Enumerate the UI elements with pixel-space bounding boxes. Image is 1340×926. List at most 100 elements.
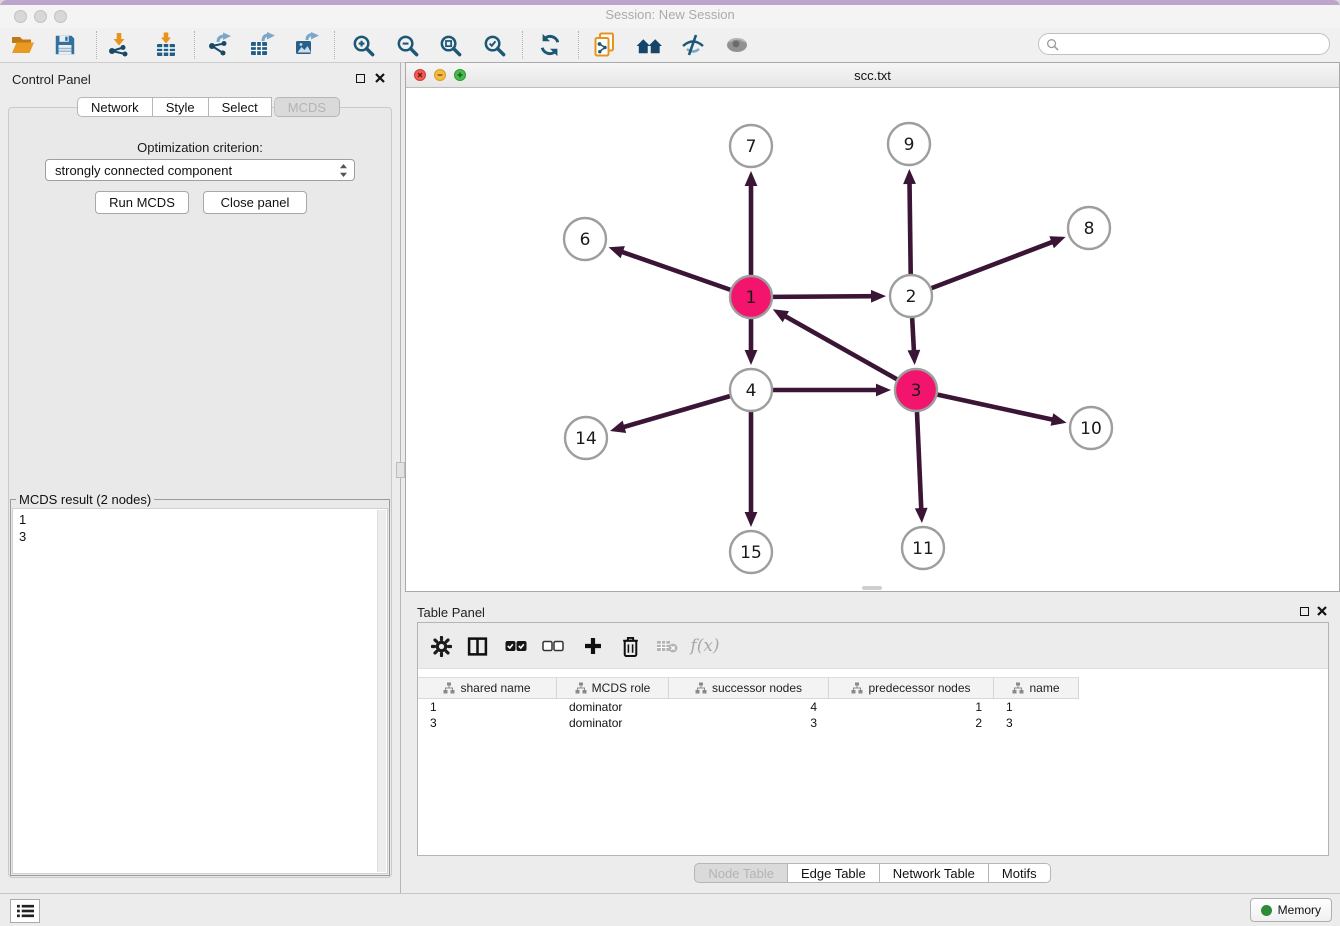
column-header-predecessor-nodes[interactable]: predecessor nodes <box>829 678 994 698</box>
graph-edge-2-8[interactable] <box>932 241 1055 288</box>
close-panel-button[interactable]: Close panel <box>203 191 307 214</box>
graph-edge-3-11[interactable] <box>917 412 921 511</box>
network-canvas[interactable]: 1 2 3 4 6 7 8 9 10 11 14 15 <box>406 88 1339 591</box>
table-settings-button[interactable] <box>428 633 454 659</box>
hide-selected-button[interactable] <box>679 31 707 59</box>
search-input[interactable] <box>1063 36 1329 52</box>
tab-select[interactable]: Select <box>209 97 272 117</box>
table-cell[interactable]: 3 <box>994 715 1079 731</box>
tab-mcds[interactable]: MCDS <box>274 97 340 117</box>
graph-node-11[interactable]: 11 <box>902 527 944 569</box>
table-panel-tabs: Node TableEdge TableNetwork TableMotifs <box>405 863 1340 883</box>
new-network-from-selection-button[interactable] <box>591 31 619 59</box>
result-scrollbar[interactable] <box>377 510 386 872</box>
zoom-fit-icon <box>438 33 463 58</box>
open-session-button[interactable] <box>9 31 37 59</box>
mcds-result-textarea[interactable]: 1 3 <box>12 508 388 874</box>
tab-network[interactable]: Network <box>77 97 153 117</box>
search-icon <box>1046 38 1059 51</box>
table-tab-network-table[interactable]: Network Table <box>880 863 989 883</box>
table-cell[interactable]: dominator <box>557 699 669 715</box>
criterion-select[interactable]: strongly connected component <box>45 159 355 181</box>
graph-node-8[interactable]: 8 <box>1068 207 1110 249</box>
export-network-icon <box>206 32 232 58</box>
zoom-fit-button[interactable] <box>436 31 464 59</box>
task-history-button[interactable] <box>10 899 40 923</box>
graph-edge-2-9[interactable] <box>909 181 910 274</box>
table-tab-node-table[interactable]: Node Table <box>694 863 788 883</box>
graph-node-4[interactable]: 4 <box>730 369 772 411</box>
save-session-button[interactable] <box>51 31 79 59</box>
show-columns-button[interactable] <box>464 633 490 659</box>
graph-node-2[interactable]: 2 <box>890 275 932 317</box>
edge-arrowhead-icon <box>915 508 928 523</box>
tab-style[interactable]: Style <box>153 97 209 117</box>
import-table-icon <box>153 32 179 58</box>
add-row-button[interactable] <box>580 633 606 659</box>
zoom-selected-button[interactable] <box>480 31 508 59</box>
table-cell[interactable]: dominator <box>557 715 669 731</box>
deselect-all-button[interactable] <box>540 633 566 659</box>
table-cell[interactable]: 4 <box>669 699 829 715</box>
graph-edge-4-14[interactable] <box>622 396 730 428</box>
table-row[interactable]: 3dominator323 <box>418 715 1328 731</box>
export-network-button[interactable] <box>205 31 233 59</box>
table-cell[interactable]: 3 <box>669 715 829 731</box>
refresh-button[interactable] <box>536 31 564 59</box>
zoom-in-button[interactable] <box>349 31 377 59</box>
table-cell[interactable]: 1 <box>994 699 1079 715</box>
graph-edge-3-10[interactable] <box>937 395 1054 420</box>
graph-node-6[interactable]: 6 <box>564 218 606 260</box>
graph-node-10[interactable]: 10 <box>1070 407 1112 449</box>
table-cell[interactable]: 2 <box>829 715 994 731</box>
function-builder-button[interactable]: f(x) <box>692 633 718 659</box>
table-toolbar: f(x) <box>418 623 1328 669</box>
column-header-shared-name[interactable]: shared name <box>418 678 557 698</box>
column-header-name[interactable]: name <box>994 678 1079 698</box>
graph-node-15[interactable]: 15 <box>730 531 772 573</box>
svg-text:8: 8 <box>1084 219 1095 239</box>
graph-node-3[interactable]: 3 <box>895 369 937 411</box>
table-cell[interactable]: 3 <box>418 715 557 731</box>
graph-edge-1-2[interactable] <box>773 296 874 297</box>
column-header-MCDS-role[interactable]: MCDS role <box>557 678 669 698</box>
table-row[interactable]: 1dominator411 <box>418 699 1328 715</box>
panel-divider-handle[interactable] <box>396 462 405 478</box>
float-panel-icon[interactable] <box>354 72 366 84</box>
first-neighbors-button[interactable] <box>635 31 663 59</box>
window-title: Session: New Session <box>0 7 1340 22</box>
float-table-panel-icon[interactable] <box>1298 605 1310 617</box>
memory-button[interactable]: Memory <box>1250 898 1332 922</box>
table-tab-edge-table[interactable]: Edge Table <box>788 863 880 883</box>
application-window: Session: New Session <box>0 0 1340 926</box>
graph-edge-1-6[interactable] <box>620 251 730 290</box>
export-image-button[interactable] <box>292 31 320 59</box>
graph-edge-3-1[interactable] <box>783 315 897 379</box>
table-cell[interactable]: 1 <box>829 699 994 715</box>
graph-edge-2-3[interactable] <box>912 318 914 353</box>
edge-arrowhead-icon <box>876 384 891 397</box>
export-table-button[interactable] <box>248 31 276 59</box>
graph-node-1[interactable]: 1 <box>730 276 772 318</box>
delete-row-button[interactable] <box>617 633 643 659</box>
close-table-panel-icon[interactable] <box>1316 605 1328 617</box>
graph-node-7[interactable]: 7 <box>730 125 772 167</box>
control-panel-title: Control Panel <box>12 72 91 87</box>
svg-text:11: 11 <box>912 539 934 559</box>
table-tab-motifs[interactable]: Motifs <box>989 863 1051 883</box>
close-panel-icon[interactable] <box>374 72 386 84</box>
sort-icon <box>575 682 587 694</box>
select-all-button[interactable] <box>503 633 529 659</box>
run-mcds-button[interactable]: Run MCDS <box>95 191 189 214</box>
zoom-out-button[interactable] <box>393 31 421 59</box>
graph-node-9[interactable]: 9 <box>888 123 930 165</box>
graph-node-14[interactable]: 14 <box>565 417 607 459</box>
delete-table-button[interactable] <box>654 633 680 659</box>
table-cell[interactable]: 1 <box>418 699 557 715</box>
canvas-scroll-handle[interactable] <box>862 586 882 590</box>
import-table-button[interactable] <box>152 31 180 59</box>
column-header-successor-nodes[interactable]: successor nodes <box>669 678 829 698</box>
mcds-result-values: 1 3 <box>19 511 26 545</box>
import-network-button[interactable] <box>105 31 133 59</box>
show-all-button[interactable] <box>723 31 751 59</box>
